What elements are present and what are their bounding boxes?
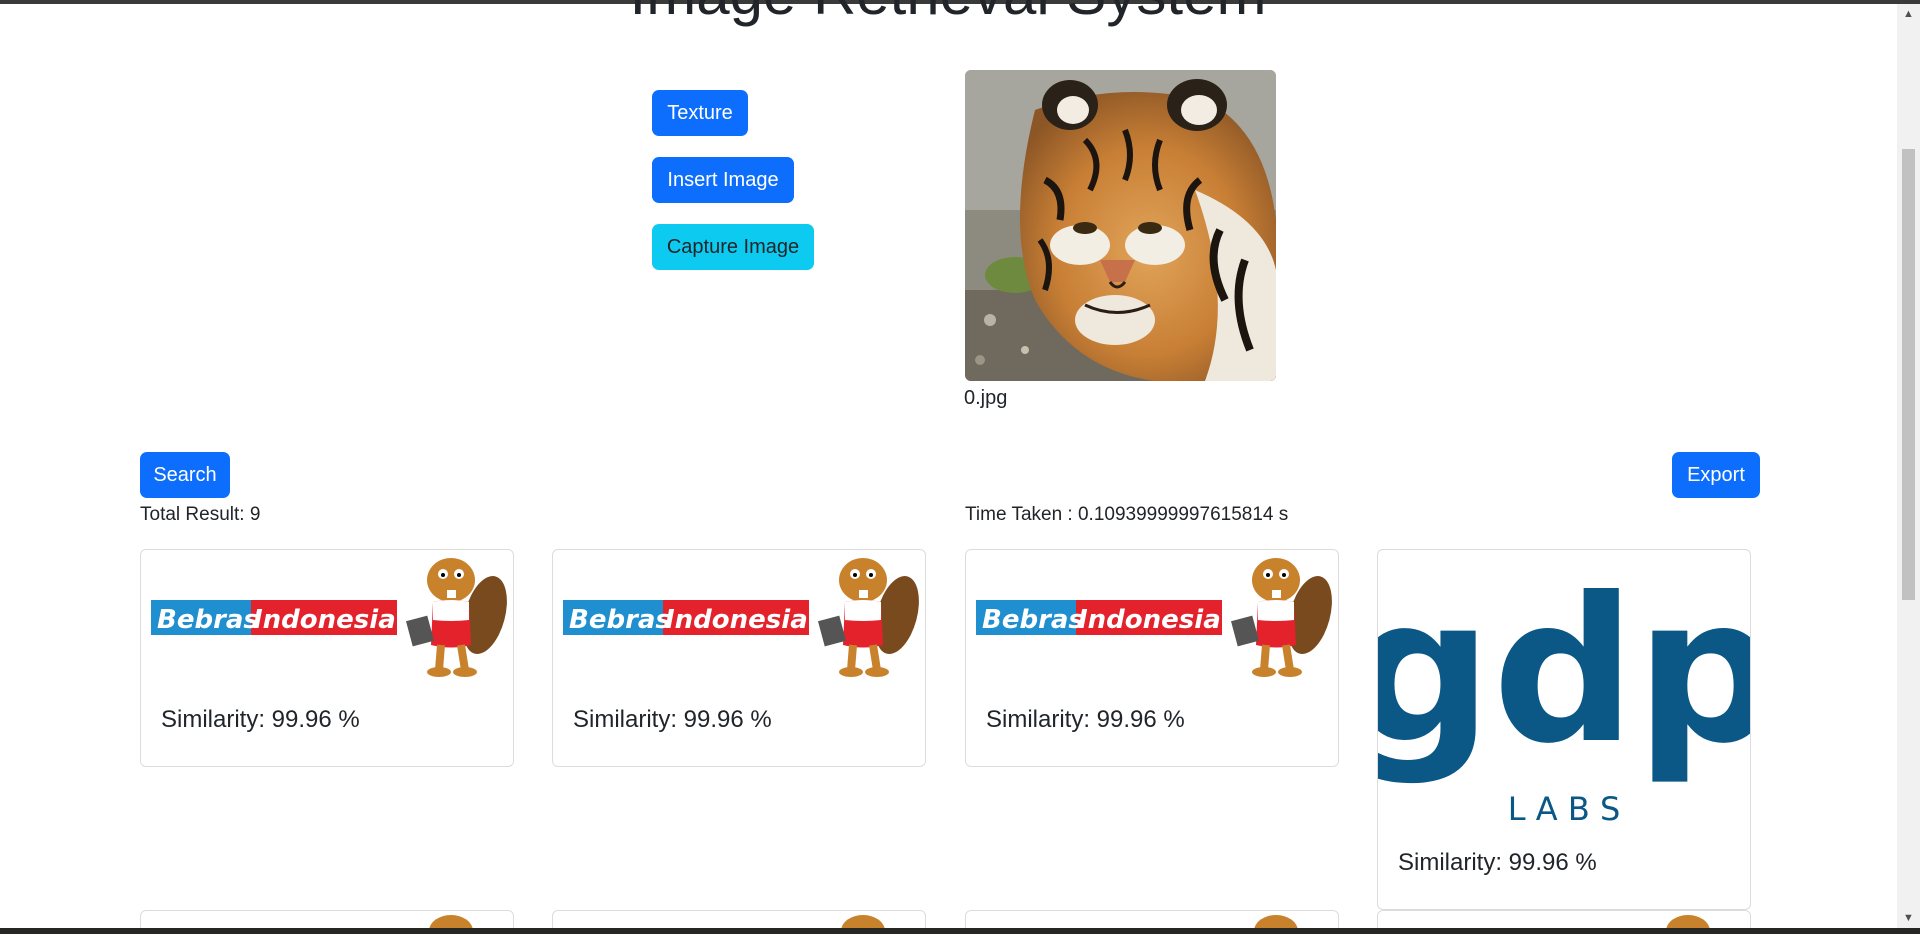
scroll-down-arrow-icon[interactable]: ▼ [1900, 910, 1917, 927]
svg-text:Indonesia: Indonesia [1078, 605, 1221, 635]
time-taken-text: Time Taken : 0.10939999997615814 s [965, 504, 1289, 525]
gdp-labs-logo: gdp L A B S [1378, 555, 1750, 828]
scrollbar-thumb[interactable] [1902, 149, 1915, 600]
scroll-up-arrow-icon[interactable]: ▲ [1900, 6, 1917, 23]
svg-text:Bebras: Bebras [569, 605, 671, 635]
result-card[interactable]: Bebras Indonesia Similarity: 99.96 % [140, 549, 514, 767]
tiger-image [965, 70, 1276, 381]
similarity-text: Similarity: 99.96 % [161, 706, 360, 733]
similarity-text: Similarity: 99.96 % [1398, 849, 1597, 876]
similarity-text: Similarity: 99.96 % [573, 706, 772, 733]
result-card[interactable]: Bebras Indonesia Similarity: 99.96 % [552, 549, 926, 767]
query-image-filename: 0.jpg [964, 387, 1008, 409]
capture-image-button[interactable]: Capture Image [652, 224, 814, 270]
page-title: Image Retrieval System [0, 0, 1896, 26]
svg-text:Bebras: Bebras [982, 605, 1084, 635]
bebras-indonesia-logo: Bebras Indonesia [151, 558, 507, 677]
svg-text:Indonesia: Indonesia [665, 605, 808, 635]
query-image [965, 70, 1276, 381]
total-result-text: Total Result: 9 [140, 504, 261, 525]
svg-text:gdp: gdp [1378, 555, 1750, 788]
similarity-text: Similarity: 99.96 % [986, 706, 1185, 733]
svg-text:L A B S: L A B S [1508, 790, 1621, 828]
svg-text:Bebras: Bebras [157, 605, 259, 635]
bebras-indonesia-logo: Bebras Indonesia [976, 558, 1332, 677]
page: Image Retrieval System Texture Insert Im… [0, 0, 1920, 934]
bebras-indonesia-logo: Bebras Indonesia [563, 558, 919, 677]
insert-image-button[interactable]: Insert Image [652, 157, 794, 203]
svg-text:Indonesia: Indonesia [253, 605, 396, 635]
result-card[interactable]: gdp L A B S Similarity: 99.96 % [1377, 549, 1751, 910]
search-button[interactable]: Search [140, 452, 230, 498]
window-bottom-border [0, 928, 1920, 934]
texture-button[interactable]: Texture [652, 90, 748, 136]
export-button[interactable]: Export [1672, 452, 1760, 498]
result-card[interactable]: Bebras Indonesia Similarity: 99.96 % [965, 549, 1339, 767]
